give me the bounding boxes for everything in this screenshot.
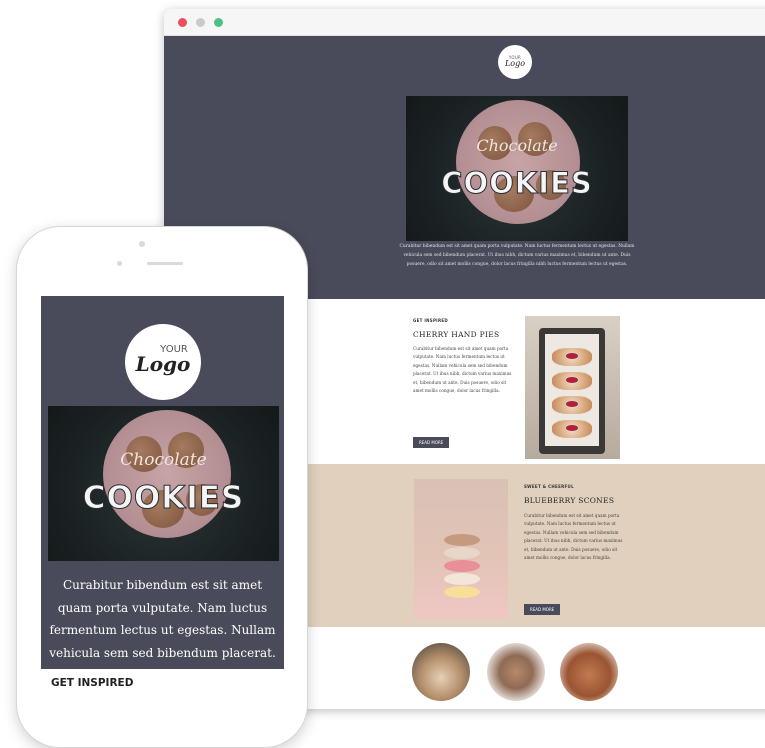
scone-thumbnail[interactable] xyxy=(487,643,545,701)
macarons-photo xyxy=(414,479,508,619)
section-body: Curabitur bibendum est sit amet quam por… xyxy=(413,346,512,394)
mobile-phone-mockup: YOUR Logo Chocolate COOKIES Curabitur bi… xyxy=(16,226,308,748)
cookies-hero-image: Chocolate COOKIES xyxy=(406,96,628,241)
section-body: Curabitur bibendum est sit amet quam por… xyxy=(524,513,623,561)
macaron-graphic xyxy=(444,560,480,572)
brand-logo[interactable]: YOUR Logo xyxy=(125,324,201,400)
hero-script-title: Chocolate xyxy=(120,450,207,470)
section-eyebrow: GET INSPIRED xyxy=(51,677,134,689)
pie-graphic xyxy=(552,348,592,366)
macaron-graphic xyxy=(444,586,480,598)
macaron-graphic xyxy=(444,534,480,546)
phone-camera xyxy=(139,241,145,247)
phone-sensor xyxy=(117,261,122,266)
section-title: BLUEBERRY SCONES xyxy=(524,496,615,505)
mobile-email-screen: YOUR Logo Chocolate COOKIES Curabitur bi… xyxy=(41,296,284,726)
cherry-pies-photo xyxy=(525,316,620,459)
macaron-graphic xyxy=(444,547,480,559)
logo-script-text: Logo xyxy=(135,352,191,376)
minimize-window-icon[interactable] xyxy=(196,18,205,27)
section-eyebrow: SWEET & CHEERFUL xyxy=(524,484,574,489)
close-window-icon[interactable] xyxy=(178,18,187,27)
cinnamon-roll-thumbnail[interactable] xyxy=(560,643,618,701)
read-more-button[interactable]: READ MORE xyxy=(524,604,561,615)
section-title: CHERRY HAND PIES xyxy=(413,330,500,339)
read-more-button[interactable]: READ MORE xyxy=(413,437,450,448)
section-eyebrow: GET INSPIRED xyxy=(413,318,449,323)
logo-script-text: Logo xyxy=(504,59,526,68)
hero-paragraph: Curabitur bibendum est sit amet quam por… xyxy=(399,244,635,267)
hero-script-title: Chocolate xyxy=(476,136,558,155)
macaron-graphic xyxy=(444,573,480,585)
hero-cookies-title: COOKIES xyxy=(441,166,593,201)
pastry-thumbnail[interactable] xyxy=(412,643,470,701)
brand-logo[interactable]: YOUR Logo xyxy=(498,45,532,79)
hero-paragraph: Curabitur bibendum est sit amet quam por… xyxy=(49,578,276,660)
pie-graphic xyxy=(552,372,592,390)
pie-graphic xyxy=(552,420,592,438)
hero-cookies-title: COOKIES xyxy=(82,480,245,517)
pie-graphic xyxy=(552,396,592,414)
browser-titlebar xyxy=(164,9,765,36)
maximize-window-icon[interactable] xyxy=(214,18,223,27)
phone-speaker xyxy=(147,262,183,265)
cookies-hero-image: Chocolate COOKIES xyxy=(48,406,279,561)
